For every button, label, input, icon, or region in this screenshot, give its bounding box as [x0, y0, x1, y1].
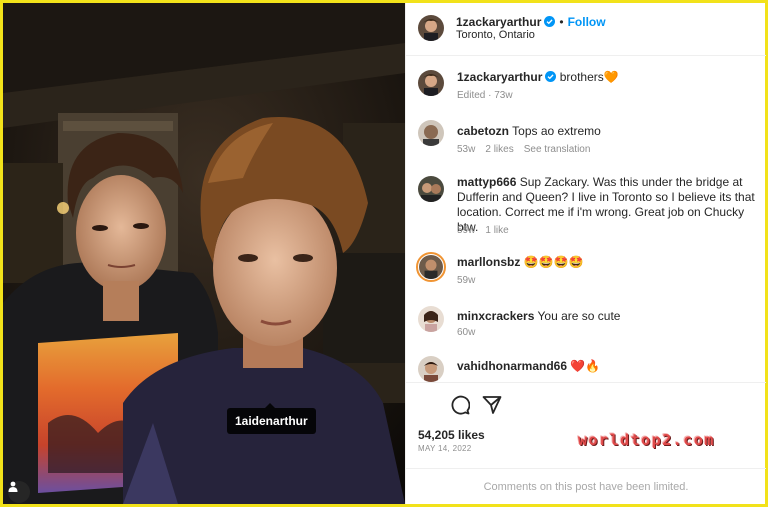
comment-text: ❤️🔥: [570, 359, 601, 373]
site-watermark: worldtop2.com: [578, 431, 715, 449]
comment-username[interactable]: minxcrackers: [457, 309, 534, 323]
follow-button[interactable]: Follow: [568, 15, 606, 29]
comment-username[interactable]: marllonsbz: [457, 255, 520, 269]
author-username[interactable]: 1zackaryarthur: [456, 15, 541, 29]
caption-text: brothers🧡: [559, 70, 619, 84]
comment-text: You are so cute: [537, 309, 621, 323]
comment-meta: 59w: [457, 275, 485, 286]
verified-badge-icon: [544, 16, 556, 27]
comment-meta: 60w: [457, 327, 485, 338]
comment-age: 60w: [457, 327, 476, 338]
caption-text-row: 1zackaryarthur brothers🧡: [457, 70, 757, 85]
see-translation-link[interactable]: See translation: [524, 144, 591, 155]
comment-username[interactable]: mattyp666: [457, 175, 516, 189]
comment-meta: 59w 1 like: [457, 225, 519, 236]
post-location[interactable]: Toronto, Ontario: [456, 29, 535, 41]
verified-badge-icon: [545, 71, 557, 82]
comments-limited-notice: Comments on this post have been limited.: [406, 468, 766, 504]
comment-age: 59w: [457, 275, 476, 286]
share-icon[interactable]: [482, 395, 502, 415]
author-avatar[interactable]: [418, 15, 444, 41]
photo-illustration: [3, 3, 405, 504]
post-date[interactable]: MAY 14, 2022: [418, 444, 472, 453]
comment-username[interactable]: vahidhonarmand66: [457, 359, 567, 373]
comment-text: Tops ao extremo: [512, 124, 601, 138]
comment-text-row: vahidhonarmand66 ❤️🔥: [457, 359, 757, 374]
post-header: 1zackaryarthur • Follow Toronto, Ontario: [406, 3, 766, 56]
comment-age: 59w: [457, 225, 476, 236]
likes-count[interactable]: 54,205 likes: [418, 428, 485, 442]
post-actions: 54,205 likes MAY 14, 2022 worldtop2.com: [406, 382, 766, 468]
comment-age: 53w: [457, 144, 476, 155]
caption-avatar[interactable]: [418, 70, 444, 96]
post-side-panel: 1zackaryarthur • Follow Toronto, Ontario 1…: [405, 3, 766, 504]
caption-username[interactable]: 1zackaryarthur: [457, 70, 542, 84]
post-photo[interactable]: 1aidenarthur: [3, 3, 405, 504]
comment-likes[interactable]: 2 likes: [485, 144, 513, 155]
caption-meta: Edited · 73w: [457, 90, 513, 101]
comment-avatar[interactable]: [418, 176, 444, 202]
header-separator: •: [559, 15, 564, 29]
comment-text-row: marllonsbz 🤩🤩🤩🤩: [457, 255, 757, 270]
photo-user-tag[interactable]: 1aidenarthur: [227, 403, 316, 434]
comment-text: 🤩🤩🤩🤩: [523, 255, 584, 269]
comment-avatar-story[interactable]: [416, 252, 446, 282]
comment-text-row: minxcrackers You are so cute: [457, 309, 757, 324]
comment-icon[interactable]: [450, 395, 470, 415]
comment-avatar[interactable]: [418, 120, 444, 146]
comment-meta: 53w 2 likes See translation: [457, 144, 600, 155]
comment-avatar[interactable]: [418, 356, 444, 382]
comment-username[interactable]: cabetozn: [457, 124, 509, 138]
user-tag-icon[interactable]: [8, 481, 30, 503]
comments-list[interactable]: 1zackaryarthur brothers🧡 Edited · 73w ca…: [406, 56, 766, 382]
comment-avatar[interactable]: [418, 306, 444, 332]
comment-text-row: cabetozn Tops ao extremo: [457, 124, 757, 139]
comment-likes[interactable]: 1 like: [485, 225, 508, 236]
